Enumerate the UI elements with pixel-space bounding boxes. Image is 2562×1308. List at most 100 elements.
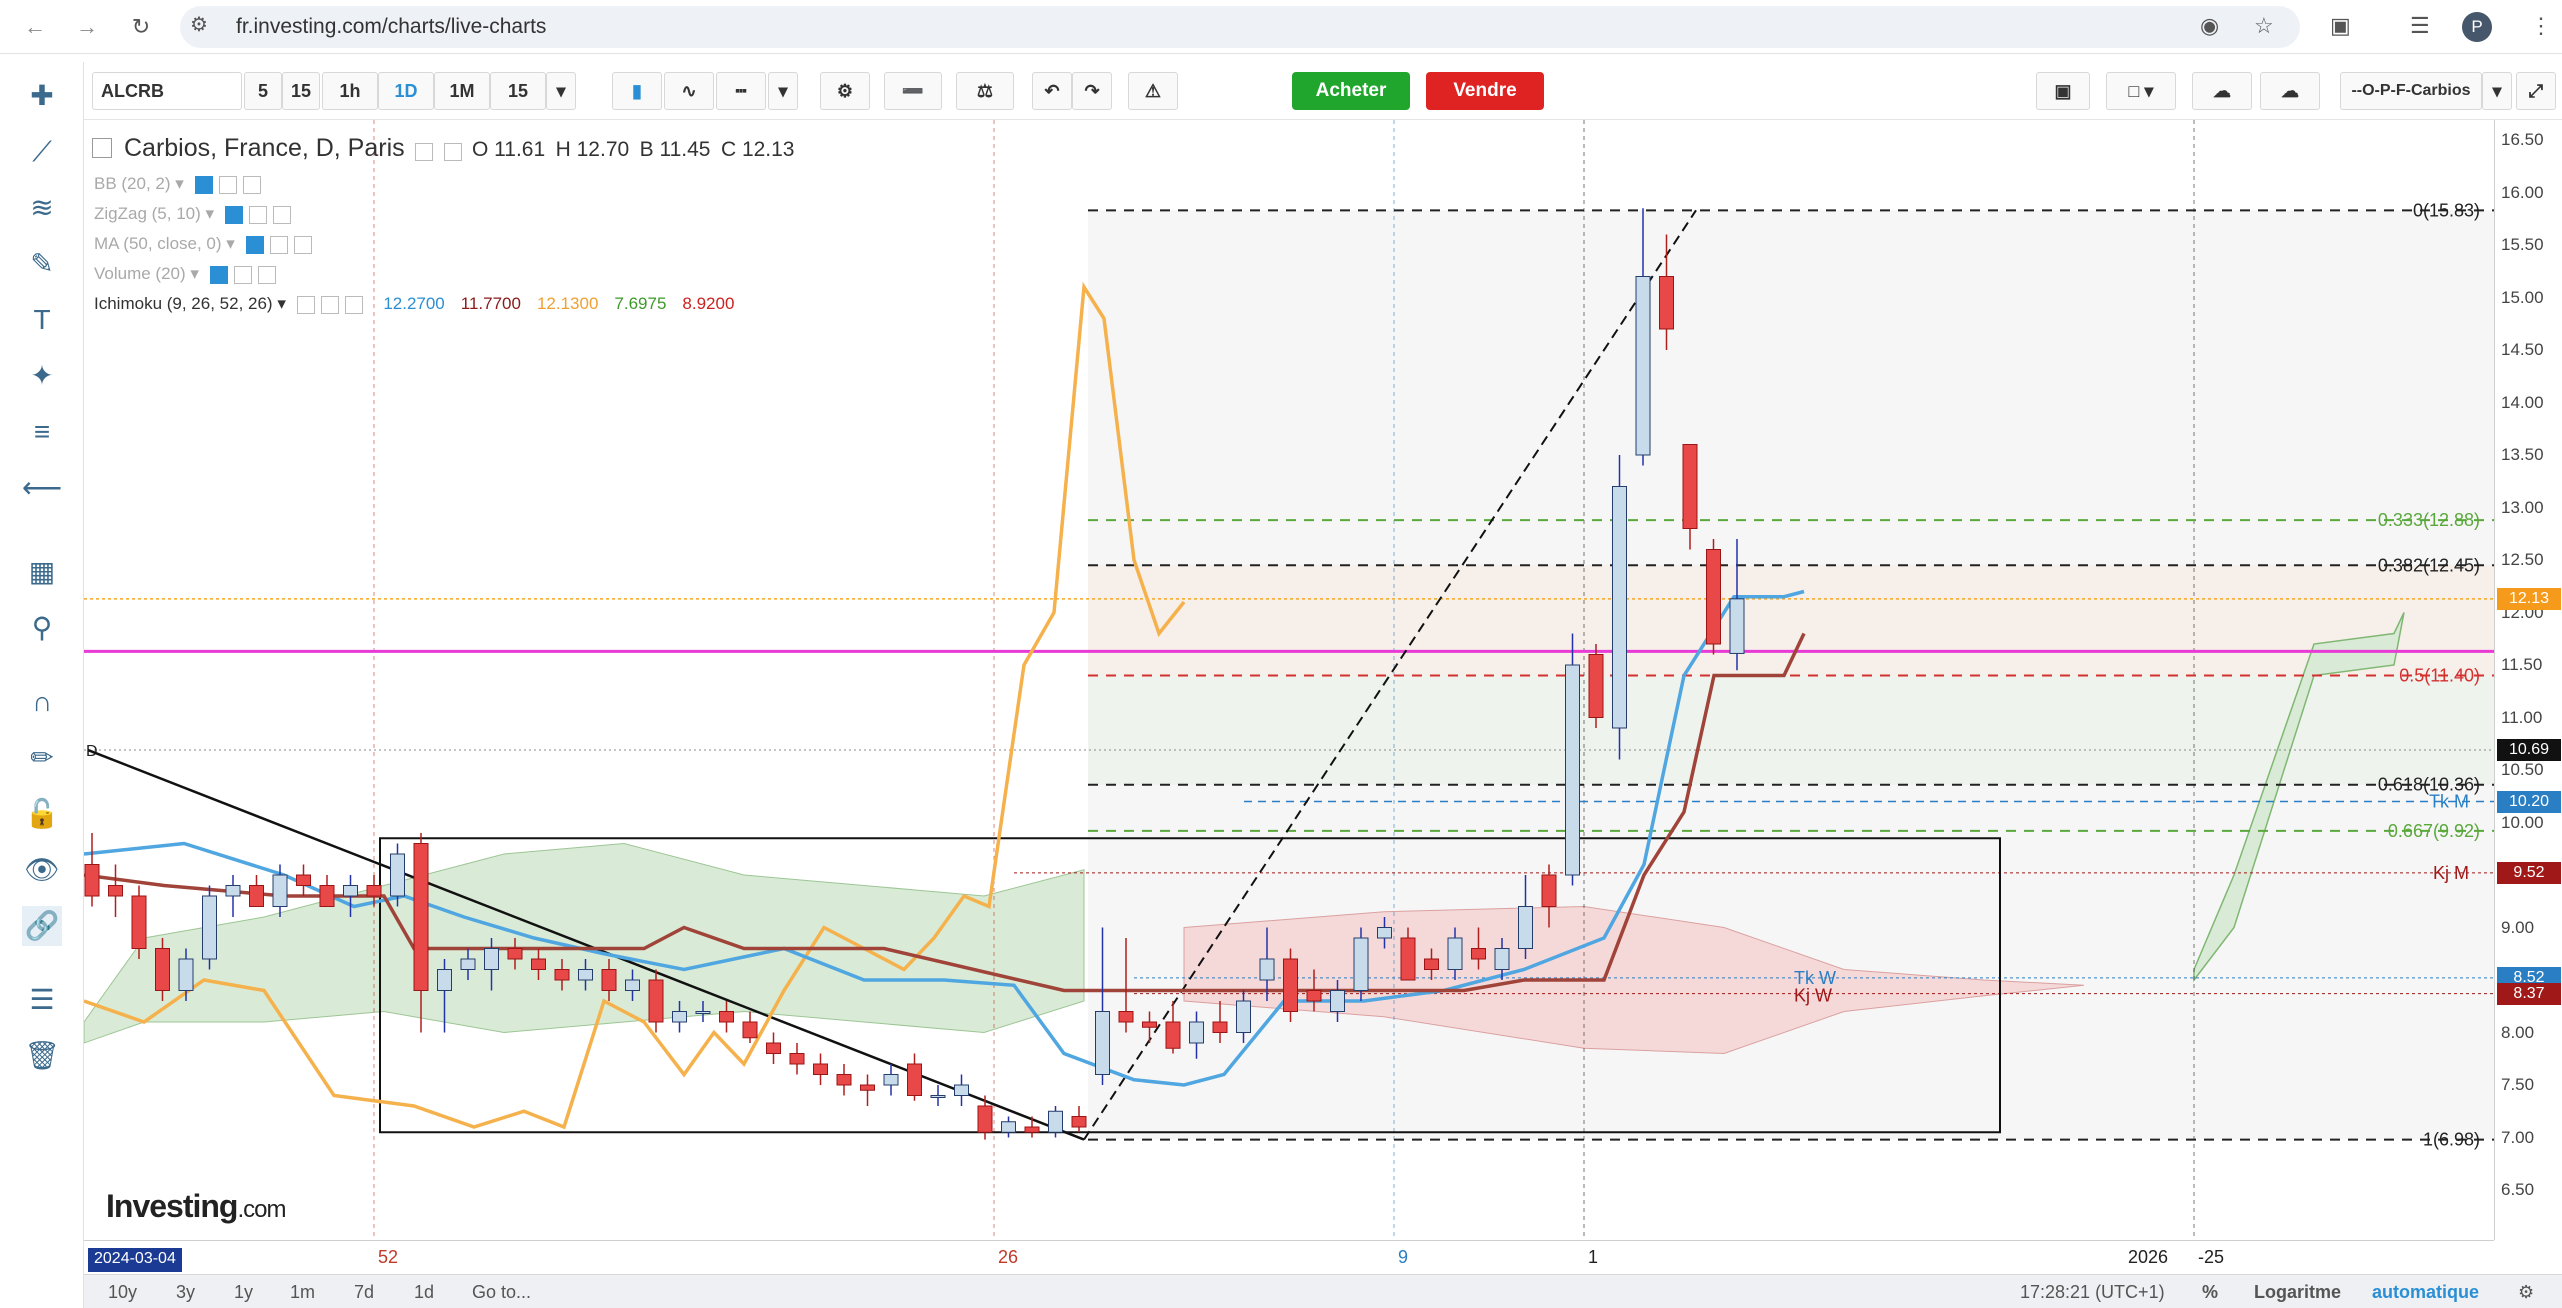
eye-icon[interactable] — [209, 265, 228, 284]
candle-body — [1706, 549, 1721, 645]
candles-icon[interactable]: ▮ — [612, 72, 662, 110]
price-chart[interactable]: 0(15.83) 0.333(12.88) 0.382(12.45) 0.5(11.4… — [84, 120, 2504, 1240]
alert-icon[interactable]: ⚠ — [1128, 72, 1178, 110]
settings-icon[interactable]: ⚙ — [820, 72, 870, 110]
sell-button[interactable]: Vendre — [1426, 72, 1544, 110]
range-7d[interactable]: 7d — [354, 1282, 374, 1303]
indicator-ichimoku[interactable]: Ichimoku (9, 26, 52, 26) ▾ 12.2700 11.770… — [94, 294, 734, 314]
eye-icon[interactable] — [296, 295, 315, 314]
undo-icon[interactable]: ↶ — [1032, 72, 1072, 110]
bookmark-star-icon[interactable]: ☆ — [2254, 13, 2274, 39]
time-axis[interactable]: 52 26 9 1 2026 -25 — [84, 1240, 2494, 1274]
magnet-icon[interactable]: ∩ — [22, 682, 62, 722]
auto-toggle[interactable]: automatique — [2372, 1282, 2479, 1303]
symbol-input[interactable]: ALCRB — [92, 72, 242, 110]
back-icon[interactable]: ← — [20, 12, 50, 42]
indicator-ma[interactable]: MA (50, close, 0) ▾ — [94, 234, 312, 254]
chart-type-dropdown-icon[interactable]: ▾ — [768, 72, 798, 110]
layout-dropdown-icon[interactable]: ▾ — [2482, 72, 2512, 110]
percent-toggle[interactable]: % — [2202, 1282, 2218, 1303]
layout-select[interactable]: --O-P-F-Carbios — [2340, 72, 2482, 110]
eye-icon[interactable] — [245, 235, 264, 254]
range-1m[interactable]: 1m — [290, 1282, 315, 1303]
range-1y[interactable]: 1y — [234, 1282, 253, 1303]
link-icon[interactable]: 🔗 — [22, 906, 62, 946]
settings-icon[interactable] — [248, 205, 267, 224]
visibility-icon[interactable]: 👁 — [22, 850, 62, 890]
indicators-icon[interactable]: ➖ — [884, 72, 942, 110]
text-icon[interactable]: T — [22, 300, 62, 340]
cloud-upload-icon[interactable]: ☁ — [2260, 72, 2320, 110]
indicator-zigzag[interactable]: ZigZag (5, 10) ▾ — [94, 204, 291, 224]
zoom-icon[interactable]: ⚲ — [22, 608, 62, 648]
url-text[interactable]: fr.investing.com/charts/live-charts — [236, 15, 546, 39]
extensions-icon[interactable]: ▣ — [2330, 13, 2351, 39]
snapshot-icon[interactable]: ▣ — [2036, 72, 2090, 110]
menu-dots-icon[interactable]: ⋮ — [2530, 13, 2552, 39]
brush-icon[interactable]: ✎ — [22, 244, 62, 284]
bar-chart-icon[interactable]: ┅ — [716, 72, 766, 110]
price-axis[interactable]: 16.50 16.00 15.50 15.00 14.50 14.00 13.50 13.00… — [2494, 120, 2562, 1240]
time-tick-label: 9 — [1398, 1247, 1409, 1267]
footer-settings-icon[interactable]: ⚙ — [2518, 1282, 2534, 1303]
interval-5[interactable]: 5 — [244, 72, 282, 110]
range-10y[interactable]: 10y — [108, 1282, 137, 1303]
layers-icon[interactable]: ☰ — [22, 980, 62, 1020]
interval-15[interactable]: 15 — [282, 72, 320, 110]
fib-level-label: 0.667(9.92) — [2388, 821, 2480, 841]
lock-icon[interactable]: 🔓 — [22, 794, 62, 834]
settings-icon[interactable] — [218, 175, 237, 194]
collapse-legend-icon[interactable] — [92, 138, 112, 158]
trendline-icon[interactable]: ⟋ — [22, 132, 62, 172]
settings-icon[interactable] — [320, 295, 339, 314]
eye-icon[interactable] — [194, 175, 213, 194]
interval-custom[interactable]: 15 — [490, 72, 546, 110]
range-3y[interactable]: 3y — [176, 1282, 195, 1303]
eye-icon[interactable] — [224, 205, 243, 224]
cloud-download-icon[interactable]: ☁ — [2192, 72, 2252, 110]
crosshair-icon[interactable]: ✚ — [22, 76, 62, 116]
settings-icon[interactable] — [269, 235, 288, 254]
candle-body — [719, 1011, 734, 1023]
channel-icon[interactable]: ≋ — [22, 188, 62, 228]
measure-icon[interactable]: ▦ — [22, 552, 62, 592]
interval-1m[interactable]: 1M — [434, 72, 490, 110]
forward-icon[interactable]: → — [72, 12, 102, 42]
trash-icon[interactable]: 🗑 — [22, 1036, 62, 1076]
range-1d[interactable]: 1d — [414, 1282, 434, 1303]
site-settings-icon[interactable]: ⚙ — [190, 12, 208, 37]
buy-button[interactable]: Acheter — [1292, 72, 1410, 110]
media-icon[interactable]: ☰ — [2410, 13, 2430, 39]
candle-body — [1189, 1021, 1204, 1044]
fibonacci-icon[interactable]: ≡ — [22, 412, 62, 452]
pattern-icon[interactable]: ✦ — [22, 356, 62, 396]
compare-icon[interactable]: ⚖ — [956, 72, 1014, 110]
chart-canvas[interactable]: 0(15.83) 0.333(12.88) 0.382(12.45) 0.5(11.4… — [84, 120, 2504, 1240]
reload-icon[interactable]: ↻ — [126, 12, 156, 42]
settings-icon[interactable] — [233, 265, 252, 284]
redo-icon[interactable]: ↷ — [1072, 72, 1112, 110]
eye-off-icon[interactable]: ◉ — [2200, 13, 2219, 39]
close-icon[interactable] — [344, 295, 363, 314]
interval-dropdown-icon[interactable]: ▾ — [546, 72, 576, 110]
line-chart-icon[interactable]: ∿ — [664, 72, 714, 110]
fullscreen-icon[interactable]: ⤢ — [2516, 72, 2556, 110]
profile-avatar[interactable]: P — [2462, 12, 2492, 42]
goto-button[interactable]: Go to... — [472, 1282, 531, 1303]
log-toggle[interactable]: Logaritme — [2254, 1282, 2341, 1303]
arrow-back-icon[interactable]: ⟵ — [22, 468, 62, 508]
pencil-lock-icon[interactable]: ✏ — [22, 738, 62, 778]
settings-icon[interactable] — [415, 142, 434, 161]
close-icon[interactable] — [257, 265, 276, 284]
close-icon[interactable] — [293, 235, 312, 254]
candle-body — [319, 885, 335, 907]
close-icon[interactable] — [272, 205, 291, 224]
color-picker[interactable]: □ ▾ — [2106, 72, 2176, 110]
candle-body — [1635, 276, 1651, 456]
indicator-volume[interactable]: Volume (20) ▾ — [94, 264, 276, 284]
interval-1h[interactable]: 1h — [322, 72, 378, 110]
hide-icon[interactable] — [443, 142, 462, 161]
interval-1d[interactable]: 1D — [378, 72, 434, 110]
close-icon[interactable] — [242, 175, 261, 194]
indicator-bb[interactable]: BB (20, 2) ▾ — [94, 174, 261, 194]
